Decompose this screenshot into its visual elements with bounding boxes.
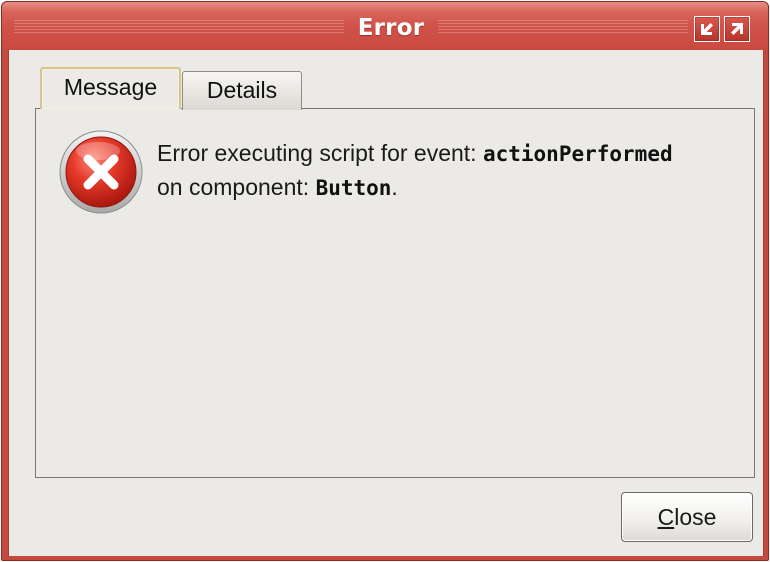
- close-button-mnemonic: C: [657, 504, 675, 530]
- maximize-button[interactable]: [724, 16, 750, 42]
- message-period: .: [391, 174, 398, 200]
- tab-details-label: Details: [206, 77, 278, 103]
- arrow-up-right-icon: [731, 23, 743, 35]
- tab-message-label: Message: [63, 74, 158, 100]
- window-title: Error: [357, 15, 425, 41]
- minimize-button[interactable]: [694, 16, 720, 42]
- close-button[interactable]: Close: [621, 492, 753, 542]
- error-message-line-1: Error executing script for event: action…: [157, 137, 673, 171]
- error-message: Error executing script for event: action…: [157, 137, 673, 205]
- tab-message[interactable]: Message: [40, 67, 181, 109]
- window-bottom-border: [2, 556, 768, 560]
- component-name: Button: [315, 176, 392, 200]
- error-x-icon: [59, 130, 143, 214]
- error-message-prefix: Error executing script for event:: [157, 140, 483, 166]
- event-name: actionPerformed: [482, 142, 673, 166]
- close-button-label: lose: [674, 504, 717, 530]
- error-message-line-2: on component: Button.: [157, 171, 673, 205]
- title-bar[interactable]: Error: [2, 2, 768, 50]
- arrow-down-left-icon: [701, 23, 713, 35]
- error-dialog: Error Message Details Error executing sc…: [1, 1, 769, 561]
- component-prefix: on component:: [157, 174, 316, 200]
- dialog-content: Message Details Error executing script f…: [8, 50, 764, 556]
- message-panel: Error executing script for event: action…: [35, 108, 755, 478]
- tab-details[interactable]: Details: [182, 71, 302, 110]
